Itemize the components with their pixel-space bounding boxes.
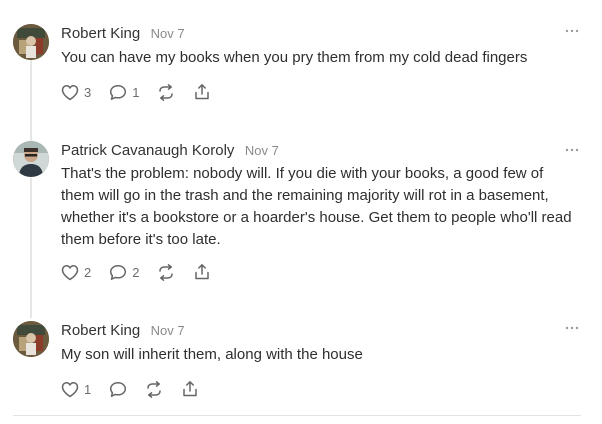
avatar[interactable] xyxy=(13,24,49,60)
author-name[interactable]: Robert King xyxy=(61,322,140,339)
restack-button[interactable] xyxy=(145,380,163,398)
comment-bubble-icon xyxy=(109,84,127,101)
heart-icon xyxy=(61,84,79,101)
reply-button[interactable] xyxy=(109,381,127,398)
comment-date[interactable]: Nov 7 xyxy=(151,323,185,338)
share-button[interactable] xyxy=(193,263,211,281)
comment-header: Robert King Nov 7 xyxy=(61,25,185,43)
reply-count: 2 xyxy=(132,264,140,280)
like-button[interactable]: 2 xyxy=(61,264,91,281)
reply-button[interactable]: 1 xyxy=(109,84,139,101)
share-button[interactable] xyxy=(193,83,211,101)
share-upload-icon xyxy=(181,380,199,398)
restack-arrows-icon xyxy=(157,263,175,281)
comment-header: Robert King Nov 7 xyxy=(61,322,185,340)
like-count: 2 xyxy=(84,264,92,280)
avatar[interactable] xyxy=(13,141,49,177)
share-button[interactable] xyxy=(181,380,199,398)
comment-body: You can have my books when you pry them … xyxy=(61,49,528,66)
like-button[interactable]: 3 xyxy=(61,84,91,101)
restack-button[interactable] xyxy=(157,263,175,281)
like-count: 1 xyxy=(84,381,92,397)
more-dots-icon[interactable] xyxy=(565,143,579,157)
comment-header: Patrick Cavanaugh Koroly Nov 7 xyxy=(61,142,279,160)
comment-body: My son will inherit them, along with the… xyxy=(61,346,363,363)
author-name[interactable]: Patrick Cavanaugh Koroly xyxy=(61,142,234,159)
reply-button[interactable]: 2 xyxy=(109,264,139,281)
comment-thread: Robert King Nov 7 You can have my books … xyxy=(0,0,602,424)
more-dots-icon[interactable] xyxy=(565,321,579,335)
like-count: 3 xyxy=(84,84,92,100)
restack-button[interactable] xyxy=(157,83,175,101)
comment-date[interactable]: Nov 7 xyxy=(245,143,279,158)
share-upload-icon xyxy=(193,263,211,281)
share-upload-icon xyxy=(193,83,211,101)
author-name[interactable]: Robert King xyxy=(61,25,140,42)
like-button[interactable]: 1 xyxy=(61,381,91,398)
comment-body: That's the problem: nobody will. If you … xyxy=(61,165,572,248)
thread-line xyxy=(30,60,32,146)
comment-bubble-icon xyxy=(109,381,127,398)
comment-actions: 1 xyxy=(61,378,199,400)
heart-icon xyxy=(61,381,79,398)
restack-arrows-icon xyxy=(145,380,163,398)
comment-date[interactable]: Nov 7 xyxy=(151,26,185,41)
thread-line xyxy=(30,178,32,318)
comment-actions: 3 1 xyxy=(61,81,211,103)
reply-count: 1 xyxy=(132,84,140,100)
more-dots-icon[interactable] xyxy=(565,24,579,38)
restack-arrows-icon xyxy=(157,83,175,101)
heart-icon xyxy=(61,264,79,281)
comment-bubble-icon xyxy=(109,264,127,281)
comment-actions: 2 2 xyxy=(61,261,211,283)
divider xyxy=(13,415,581,416)
avatar[interactable] xyxy=(13,321,49,357)
